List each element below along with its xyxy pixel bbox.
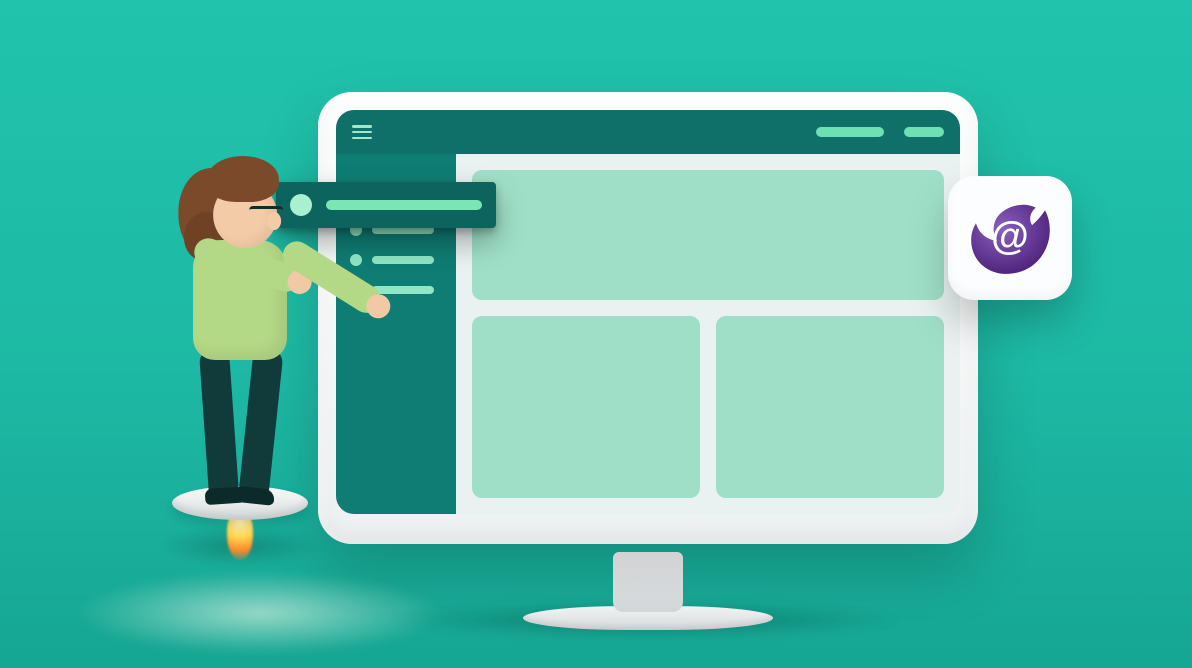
dot-icon <box>350 254 362 266</box>
dot-icon <box>350 284 362 296</box>
arm-left <box>191 235 304 296</box>
blazor-badge: @ <box>948 176 1072 300</box>
sidebar-item[interactable] <box>350 284 442 296</box>
app-topbar <box>336 110 960 154</box>
shoe <box>205 486 246 505</box>
legs <box>200 348 280 498</box>
leg-left <box>199 347 239 499</box>
content-area <box>456 154 960 514</box>
head <box>213 182 277 248</box>
thruster-flame-icon <box>227 510 253 560</box>
disc-shadow <box>160 526 320 566</box>
dot-icon <box>290 194 312 216</box>
torso <box>193 240 287 360</box>
screen <box>336 110 960 514</box>
hover-disc <box>172 486 308 520</box>
monitor-bezel: @ <box>318 92 978 544</box>
card-right[interactable] <box>716 316 944 498</box>
sidebar-item[interactable] <box>350 254 442 266</box>
hamburger-icon[interactable] <box>352 125 372 139</box>
hair-top <box>207 156 279 202</box>
active-nav-label <box>326 200 482 210</box>
monitor-neck <box>613 552 683 612</box>
sidebar-item-label <box>372 256 434 264</box>
sidebar-item-label <box>372 286 434 294</box>
active-nav-chip[interactable] <box>276 182 496 228</box>
hand <box>284 267 314 297</box>
at-glyph: @ <box>991 215 1029 258</box>
hair-back <box>178 168 248 260</box>
leg-right <box>238 347 284 499</box>
monitor: @ <box>318 92 978 632</box>
ponytail <box>184 212 224 260</box>
shoe <box>234 486 275 506</box>
card-left[interactable] <box>472 316 700 498</box>
topbar-action-secondary[interactable] <box>904 127 944 137</box>
hero-card[interactable] <box>472 170 944 300</box>
blazor-logo-icon: @ <box>964 192 1056 284</box>
topbar-action-primary[interactable] <box>816 127 884 137</box>
